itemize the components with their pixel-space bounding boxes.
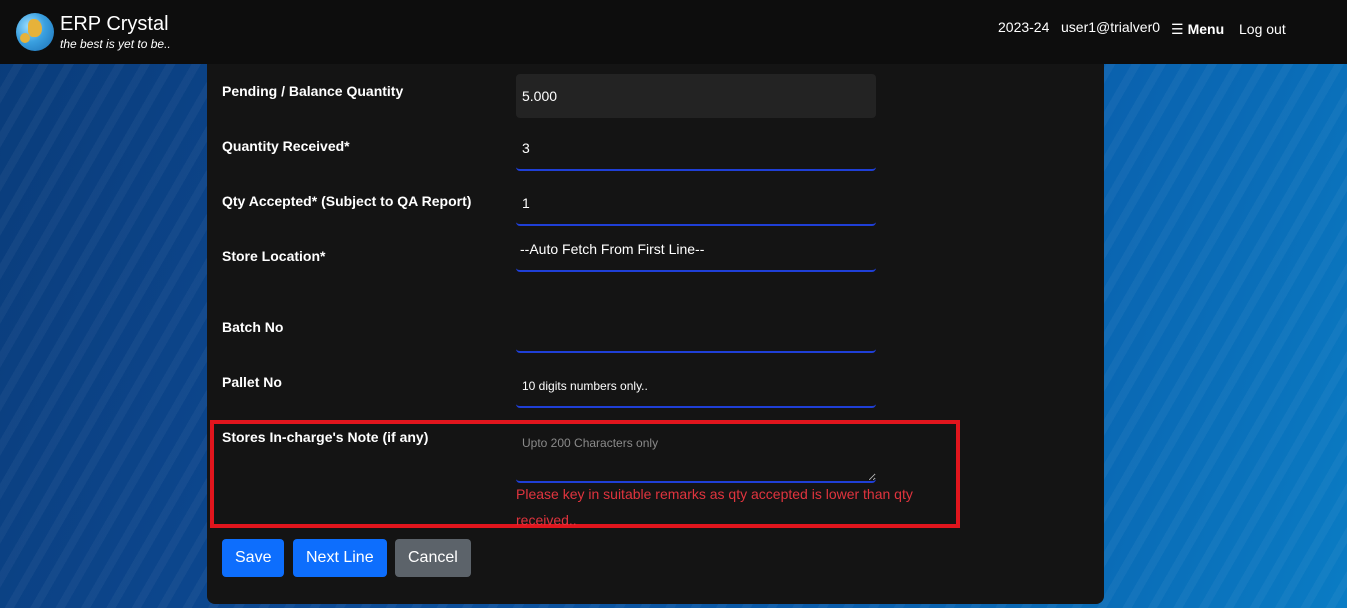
pending-balance-label: Pending / Balance Quantity	[222, 83, 404, 99]
hamburger-icon: ☰	[1171, 21, 1184, 37]
batch-no-label: Batch No	[222, 319, 284, 335]
pallet-no-label: Pallet No	[222, 374, 282, 390]
menu-button[interactable]: ☰ Menu	[1171, 21, 1224, 38]
store-location-select[interactable]: --Auto Fetch From First Line--	[516, 228, 876, 272]
batch-no-input[interactable]	[516, 309, 876, 353]
qty-accepted-input[interactable]	[516, 182, 876, 226]
quantity-received-label: Quantity Received*	[222, 138, 350, 154]
app-tagline: the best is yet to be..	[60, 37, 171, 51]
globe-logo-icon	[16, 13, 54, 51]
receipt-form-panel: Pending / Balance Quantity Quantity Rece…	[207, 64, 1104, 604]
validation-error-message: Please key in suitable remarks as qty ac…	[516, 486, 913, 528]
store-location-label: Store Location*	[222, 248, 326, 264]
stores-note-label: Stores In-charge's Note (if any)	[222, 429, 429, 445]
menu-label: Menu	[1187, 21, 1225, 37]
pending-balance-field[interactable]	[516, 74, 876, 118]
cancel-button[interactable]: Cancel	[395, 539, 471, 577]
qty-accepted-label: Qty Accepted* (Subject to QA Report)	[222, 193, 472, 209]
quantity-received-input[interactable]	[516, 127, 876, 171]
save-button[interactable]: Save	[222, 539, 285, 577]
stores-note-textarea[interactable]	[516, 426, 876, 483]
logout-link[interactable]: Log out	[1239, 21, 1286, 37]
pallet-no-input[interactable]	[516, 364, 876, 408]
top-navbar: ERP Crystal the best is yet to be.. 2023…	[0, 0, 1347, 64]
fiscal-year[interactable]: 2023-24	[998, 19, 1049, 35]
app-name[interactable]: ERP Crystal	[60, 13, 169, 36]
user-account[interactable]: user1@trialver0	[1061, 19, 1160, 35]
next-line-button[interactable]: Next Line	[293, 539, 387, 577]
